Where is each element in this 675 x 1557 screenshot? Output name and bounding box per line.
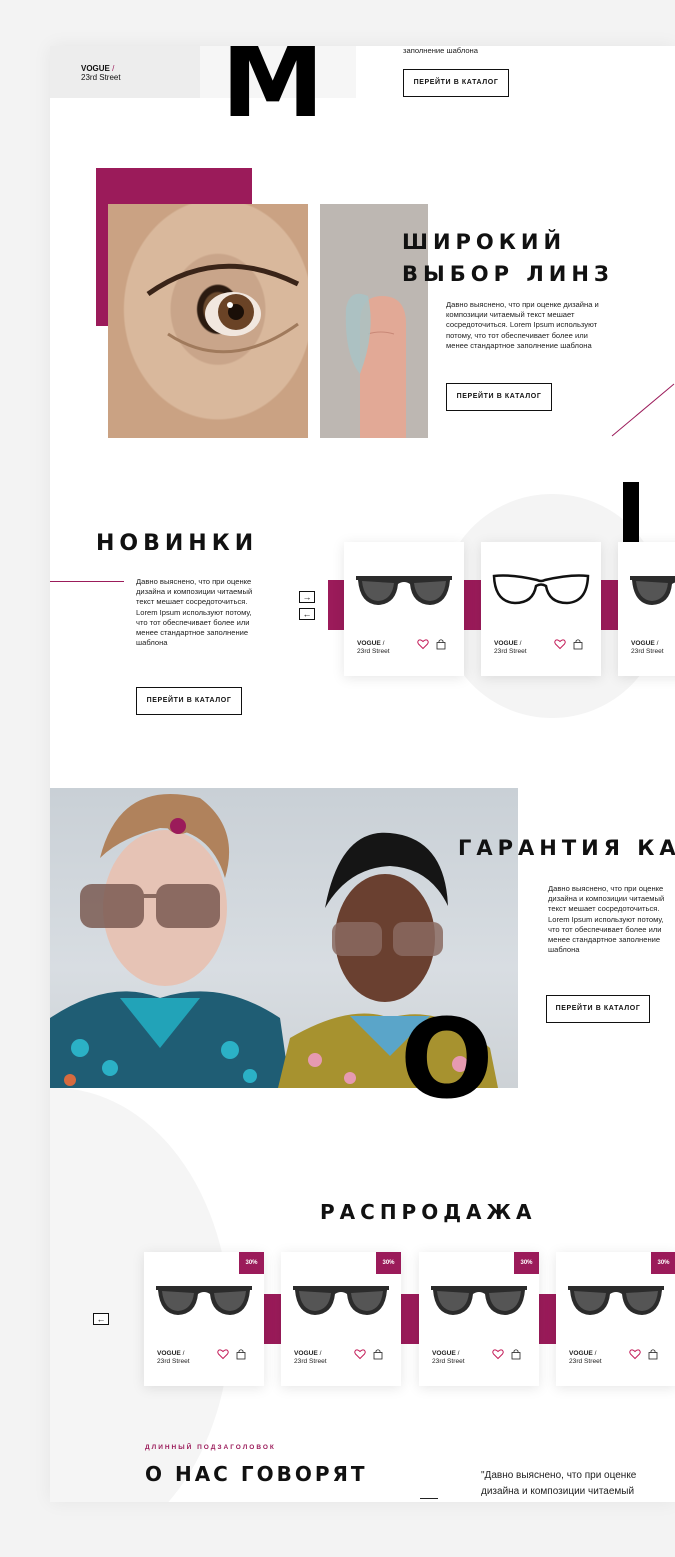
product-card[interactable]: VOGUE /23rd Street: [481, 542, 601, 676]
sale-title: РАСПРОДАЖА: [320, 1200, 537, 1224]
new-big-letter-stroke: [623, 482, 639, 544]
eye-illustration: [146, 263, 300, 354]
sunglasses-icon: [293, 1286, 389, 1315]
discount-badge: 30%: [651, 1252, 675, 1274]
top-big-letter: M: [221, 46, 325, 141]
quality-big-letter: O: [400, 995, 494, 1123]
quality-text: Давно выяснено, что при оценке дизайна и…: [548, 884, 665, 955]
heart-icon[interactable]: [492, 1348, 504, 1360]
sunglasses-icon: [630, 576, 675, 605]
bag-icon[interactable]: [647, 1348, 659, 1360]
top-text-tail: заполнение шаблона: [403, 46, 478, 55]
sale-product-card[interactable]: 30% VOGUE /23rd Street: [281, 1252, 401, 1386]
card-brand: VOGUE /23rd Street: [631, 640, 664, 655]
sunglasses-icon: [568, 1286, 664, 1315]
discount-badge: 30%: [376, 1252, 401, 1274]
top-brand-label: VOGUE / 23rd Street: [81, 64, 121, 82]
heart-icon[interactable]: [417, 638, 429, 650]
landing-page: VOGUE / 23rd Street M заполнение шаблона…: [50, 46, 675, 1502]
heart-icon[interactable]: [629, 1348, 641, 1360]
card-brand: VOGUE /23rd Street: [294, 1350, 327, 1365]
eyeglasses-icon: [492, 574, 590, 605]
new-text: Давно выяснено, что при оценке дизайна и…: [136, 577, 253, 648]
reviews-subtitle: ДЛИННЫЙ ПОДЗАГОЛОВОК: [145, 1444, 276, 1451]
product-card[interactable]: VOGUE /23rd Street: [618, 542, 675, 676]
sunglasses-icon: [156, 1286, 252, 1315]
lenses-catalog-button[interactable]: ПЕРЕЙТИ В КАТАЛОГ: [446, 383, 552, 411]
bag-icon[interactable]: [572, 638, 584, 650]
reviews-arrow-line[interactable]: [420, 1498, 438, 1499]
sale-product-card[interactable]: 30% VOGUE /23rd Street: [419, 1252, 539, 1386]
sale-product-card[interactable]: 30% VOGUE /23rd Street: [556, 1252, 675, 1386]
quality-title: ГАРАНТИЯ КАЧЕ: [458, 836, 675, 860]
card-brand: VOGUE /23rd Street: [432, 1350, 465, 1365]
product-card[interactable]: VOGUE /23rd Street: [344, 542, 464, 676]
sale-product-card[interactable]: 30% VOGUE /23rd Street: [144, 1252, 264, 1386]
new-next-arrow[interactable]: →: [299, 591, 315, 603]
decor-diagonal-line: [611, 383, 675, 437]
bag-icon[interactable]: [510, 1348, 522, 1360]
new-accent-line: [50, 581, 124, 582]
sunglasses-icon: [431, 1286, 527, 1315]
sale-prev-arrow[interactable]: ←: [93, 1313, 109, 1325]
discount-badge: 30%: [514, 1252, 539, 1274]
top-catalog-button[interactable]: ПЕРЕЙТИ В КАТАЛОГ: [403, 69, 509, 97]
new-catalog-button[interactable]: ПЕРЕЙТИ В КАТАЛОГ: [136, 687, 242, 715]
card-brand: VOGUE /23rd Street: [157, 1350, 190, 1365]
bag-icon[interactable]: [235, 1348, 247, 1360]
reviews-title: О НАС ГОВОРЯТ: [145, 1462, 368, 1486]
quality-catalog-button[interactable]: ПЕРЕЙТИ В КАТАЛОГ: [546, 995, 650, 1023]
discount-badge: 30%: [239, 1252, 264, 1274]
lenses-eye-image: [108, 204, 308, 438]
new-title: НОВИНКИ: [96, 531, 259, 556]
heart-icon[interactable]: [217, 1348, 229, 1360]
bag-icon[interactable]: [435, 638, 447, 650]
lenses-text: Давно выяснено, что при оценке дизайна и…: [446, 300, 599, 350]
card-brand: VOGUE /23rd Street: [357, 640, 390, 655]
heart-icon[interactable]: [354, 1348, 366, 1360]
heart-icon[interactable]: [554, 638, 566, 650]
bag-icon[interactable]: [372, 1348, 384, 1360]
lenses-title: ШИРОКИЙ ВЫБОР ЛИНЗ: [402, 230, 614, 286]
reviews-quote: "Давно выяснено, что при оценке дизайна …: [481, 1470, 637, 1497]
card-brand: VOGUE /23rd Street: [494, 640, 527, 655]
card-brand: VOGUE /23rd Street: [569, 1350, 602, 1365]
new-prev-arrow[interactable]: ←: [299, 608, 315, 620]
sunglasses-icon: [356, 576, 452, 605]
